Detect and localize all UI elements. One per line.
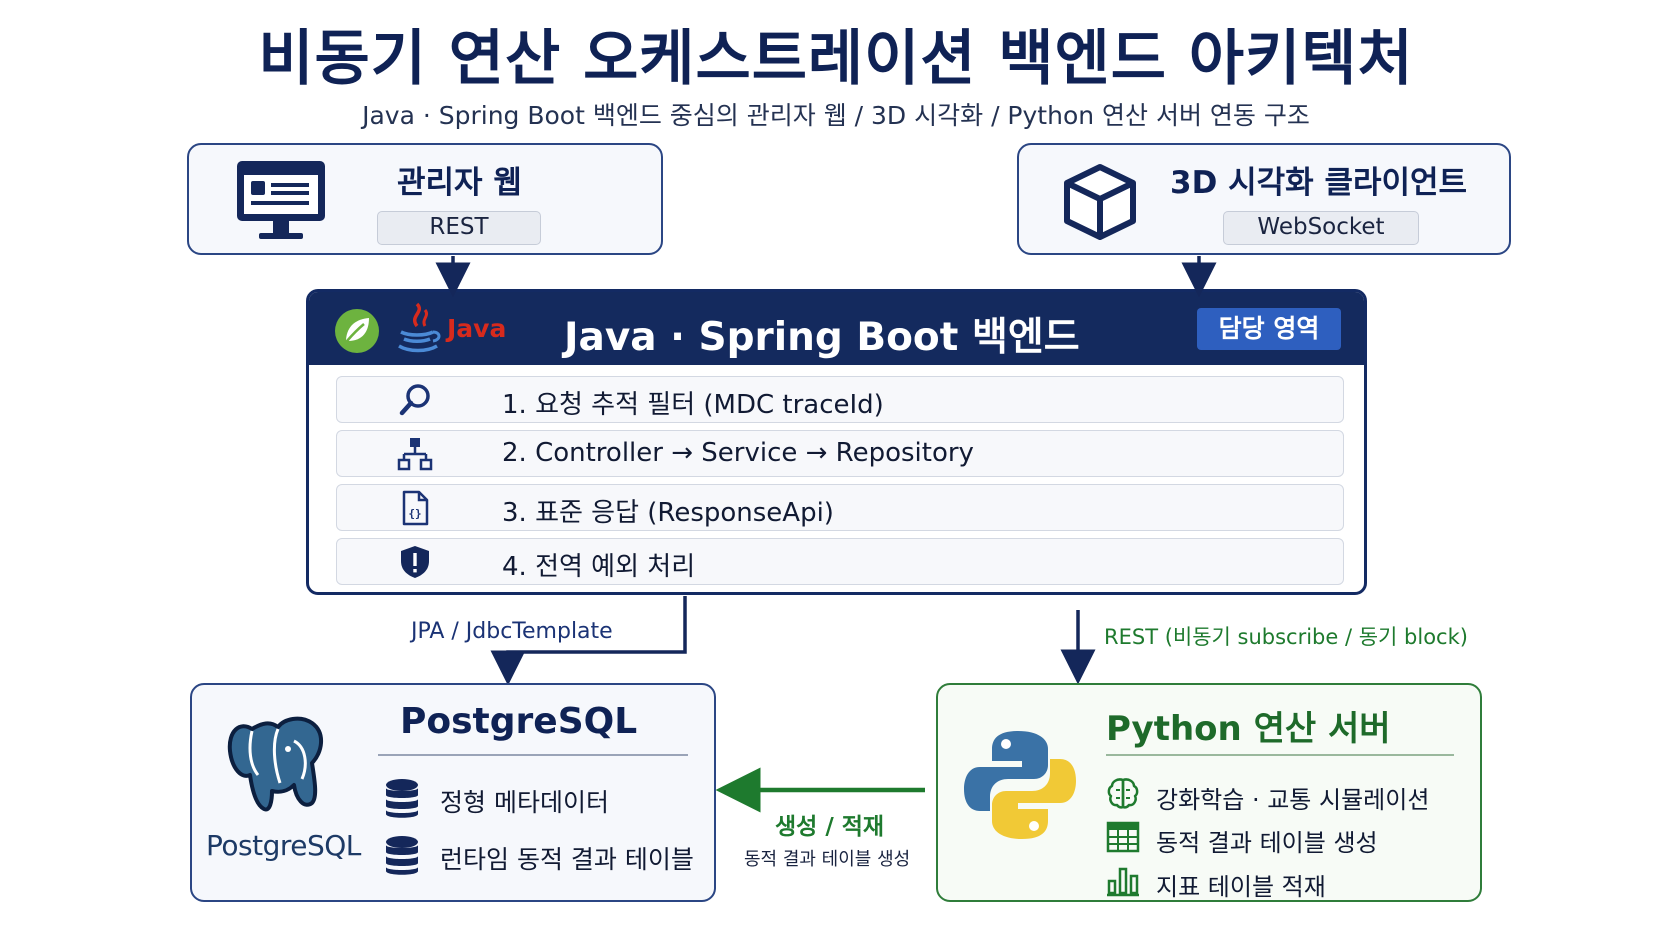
python-item: 동적 결과 테이블 생성 [1156,829,1378,857]
database-icon [386,836,418,875]
write-label: 생성 / 적재 [775,814,885,840]
postgres-title: PostgreSQL [400,701,638,742]
python-box: Python 연산 서버 강화학습 · 교통 시뮬레이션 동적 결과 테이블 생… [936,683,1482,902]
database-icon [386,779,418,818]
postgres-divider [378,754,688,756]
postgres-item: 런타임 동적 결과 테이블 [440,845,694,874]
brain-icon [1107,778,1139,809]
python-item: 지표 테이블 적재 [1156,873,1326,901]
bar-chart-icon [1107,867,1139,897]
postgres-box: PostgreSQL PostgreSQL 정형 메타데이터 런타임 동적 결과… [190,683,716,902]
table-icon [1106,821,1140,853]
python-logo-icon [964,731,1076,839]
postgres-logo-text: PostgreSQL [206,829,361,862]
postgres-elephant-icon [227,716,323,812]
postgres-item: 정형 메타데이터 [440,788,609,817]
python-connection-label: REST (비동기 subscribe / 동기 block) [1104,625,1468,649]
python-divider [1106,754,1454,756]
python-item: 강화학습 · 교통 시뮬레이션 [1156,786,1430,814]
write-sublabel: 동적 결과 테이블 생성 [744,849,911,870]
db-connection-label: JPA / JdbcTemplate [411,619,613,644]
python-title: Python 연산 서버 [1106,709,1391,749]
